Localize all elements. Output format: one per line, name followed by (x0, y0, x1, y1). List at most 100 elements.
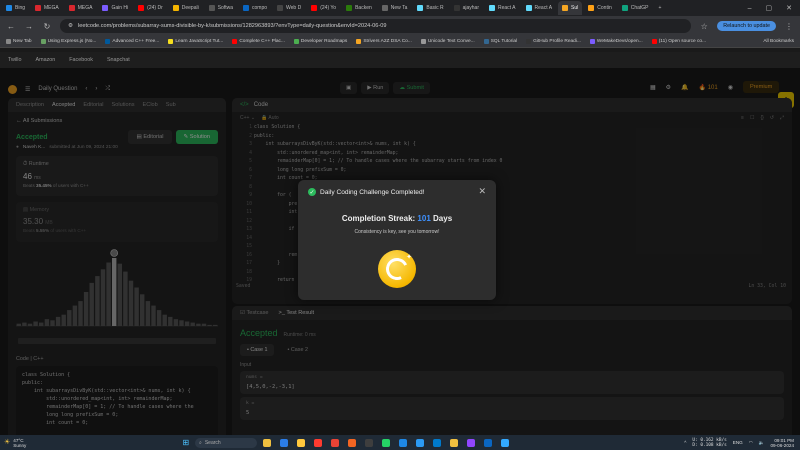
browser-tab[interactable]: Basic R (413, 1, 447, 15)
tab-label: Deepali (181, 5, 199, 11)
network-speed: U: 0.162 kB/s D: 0.108 kB/s (692, 437, 727, 448)
close-window-icon[interactable]: ✕ (786, 4, 792, 12)
volume-icon[interactable]: 🔈 (759, 440, 765, 446)
system-clock[interactable]: 09:01 PM 09-06-2024 (771, 438, 795, 448)
forward-icon[interactable]: → (24, 22, 34, 31)
taskbar-app-icon[interactable] (297, 438, 306, 447)
bookmark-favicon-icon (40, 39, 46, 44)
streak-number-modal: 101 (417, 214, 431, 223)
close-icon[interactable]: ✕ (478, 186, 486, 197)
browser-tab[interactable]: React A (485, 1, 520, 15)
maximize-icon[interactable]: ▢ (766, 4, 773, 12)
browser-tab[interactable]: (24) Dr (134, 1, 167, 15)
tab-favicon-icon (172, 5, 179, 11)
bookmark-item[interactable]: Unicode Text Conve... (420, 39, 475, 44)
back-icon[interactable]: ← (6, 22, 16, 31)
taskbar-app-icon[interactable] (382, 438, 391, 447)
bookmark-item[interactable]: Using Express.js (No... (40, 39, 96, 44)
completion-modal: ✓ Daily Coding Challenge Completed! ✕ Co… (298, 180, 496, 300)
bookmark-favicon-icon (232, 39, 238, 44)
bookmark-item[interactable]: Advanced C++ Free... (105, 39, 159, 44)
taskbar-app-icon[interactable] (263, 438, 272, 447)
browser-tab[interactable]: Gain Hi (98, 1, 132, 15)
tab-label: ajayhar (462, 5, 479, 11)
clock-time: 09:01 PM (774, 437, 794, 443)
taskbar-app-icon[interactable] (365, 438, 374, 447)
bookmark-item[interactable]: Developer Roadmaps (293, 39, 347, 44)
tab-favicon-icon (346, 5, 353, 11)
browser-tab[interactable]: Web D (273, 1, 305, 15)
taskbar-app-icon[interactable] (348, 438, 357, 447)
quick-link[interactable]: Amazon (35, 57, 55, 63)
bookmark-item[interactable]: (11) Open source co... (651, 39, 706, 44)
url-text: leetcode.com/problems/subarray-sums-divi… (78, 23, 387, 29)
browser-tab[interactable]: Backen (342, 1, 376, 15)
quick-link[interactable]: Snapchat (107, 57, 130, 63)
browser-tab[interactable]: Deepali (169, 1, 203, 15)
bookmark-label: Complete C++ Plac... (239, 39, 285, 44)
all-bookmarks-link[interactable]: All Bookmarks (763, 39, 794, 44)
weather-desc: Sunny (13, 442, 27, 448)
bookmark-favicon-icon (356, 39, 362, 44)
new-tab-icon[interactable]: + (655, 1, 666, 15)
streak-prefix: Completion Streak: (341, 214, 416, 223)
language-indicator[interactable]: ENG (733, 440, 743, 445)
taskbar-app-icon[interactable] (416, 438, 425, 447)
taskbar-app-icon[interactable] (467, 438, 476, 447)
taskbar-search[interactable]: ⌕ Search (195, 437, 258, 448)
tab-label: (24) Dr (147, 5, 163, 11)
taskbar-app-icon[interactable] (399, 438, 408, 447)
tab-favicon-icon (453, 5, 460, 11)
bookmark-star-icon[interactable]: ☆ (699, 22, 709, 31)
taskbar-app-icon[interactable] (314, 438, 323, 447)
browser-tab[interactable]: ChatGP (618, 1, 653, 15)
tab-favicon-icon (68, 5, 75, 11)
wifi-icon[interactable]: ◠ (749, 440, 753, 446)
weather-widget[interactable]: ☀ 47°C Sunny (4, 438, 26, 448)
site-info-icon[interactable]: ⚙ (68, 23, 73, 29)
bookmark-favicon-icon (105, 39, 111, 44)
browser-tab[interactable]: MEGA (65, 1, 97, 15)
tab-label: New Ta (390, 5, 408, 11)
url-input[interactable]: ⚙ leetcode.com/problems/subarray-sums-di… (60, 19, 692, 33)
browser-tab[interactable]: (24) Yo (307, 1, 340, 15)
bookmark-item[interactable]: Strivers A2Z DSA Co... (356, 39, 412, 44)
tray-chevron-icon[interactable]: ^ (684, 440, 686, 445)
bookmark-label: GitHub Profile Readi... (533, 39, 581, 44)
bookmark-favicon-icon (168, 39, 174, 44)
bookmark-item[interactable]: WeMakeDevs/open... (589, 39, 643, 44)
bookmark-item[interactable]: Learn JavaScript Tut... (168, 39, 223, 44)
browser-tab[interactable]: New Ta (378, 1, 412, 15)
taskbar-app-icon[interactable] (280, 438, 289, 447)
menu-kebab-icon[interactable]: ⋮ (784, 22, 794, 31)
relaunch-button[interactable]: Relaunch to update (717, 21, 776, 31)
modal-title: Daily Coding Challenge Completed! (320, 188, 425, 196)
browser-tab[interactable]: React A (522, 1, 557, 15)
taskbar-app-icon[interactable] (331, 438, 340, 447)
browser-tab[interactable]: compo (239, 1, 271, 15)
browser-tab[interactable]: MEGA (31, 1, 63, 15)
reload-icon[interactable]: ↻ (42, 22, 52, 31)
bookmark-item[interactable]: Complete C++ Plac... (232, 39, 285, 44)
quick-link[interactable]: Twillo (8, 57, 21, 63)
bookmark-item[interactable]: New Tab (6, 39, 32, 44)
browser-tab[interactable]: Contin (584, 1, 615, 15)
streak-suffix: Days (433, 214, 453, 223)
taskbar-app-icon[interactable] (501, 438, 510, 447)
quick-link[interactable]: Facebook (69, 57, 93, 63)
bookmark-item[interactable]: SQL Tutorial (483, 39, 517, 44)
bookmark-favicon-icon (483, 39, 489, 44)
taskbar-app-icon[interactable] (433, 438, 442, 447)
browser-tab[interactable]: Sul (558, 1, 583, 15)
bookmark-item[interactable]: GitHub Profile Readi... (526, 39, 581, 44)
tab-label: ChatGP (630, 5, 649, 11)
all-bookmarks-label: All Bookmarks (763, 39, 794, 44)
browser-tab[interactable]: Bing (2, 1, 29, 15)
browser-tab[interactable]: Softwa (205, 1, 237, 15)
taskbar-app-icon[interactable] (450, 438, 459, 447)
tab-favicon-icon (417, 5, 424, 11)
browser-tab[interactable]: ajayhar (450, 1, 483, 15)
taskbar-app-icon[interactable] (484, 438, 493, 447)
minimize-icon[interactable]: – (748, 5, 752, 12)
windows-start-icon[interactable]: ⊞ (182, 438, 189, 447)
